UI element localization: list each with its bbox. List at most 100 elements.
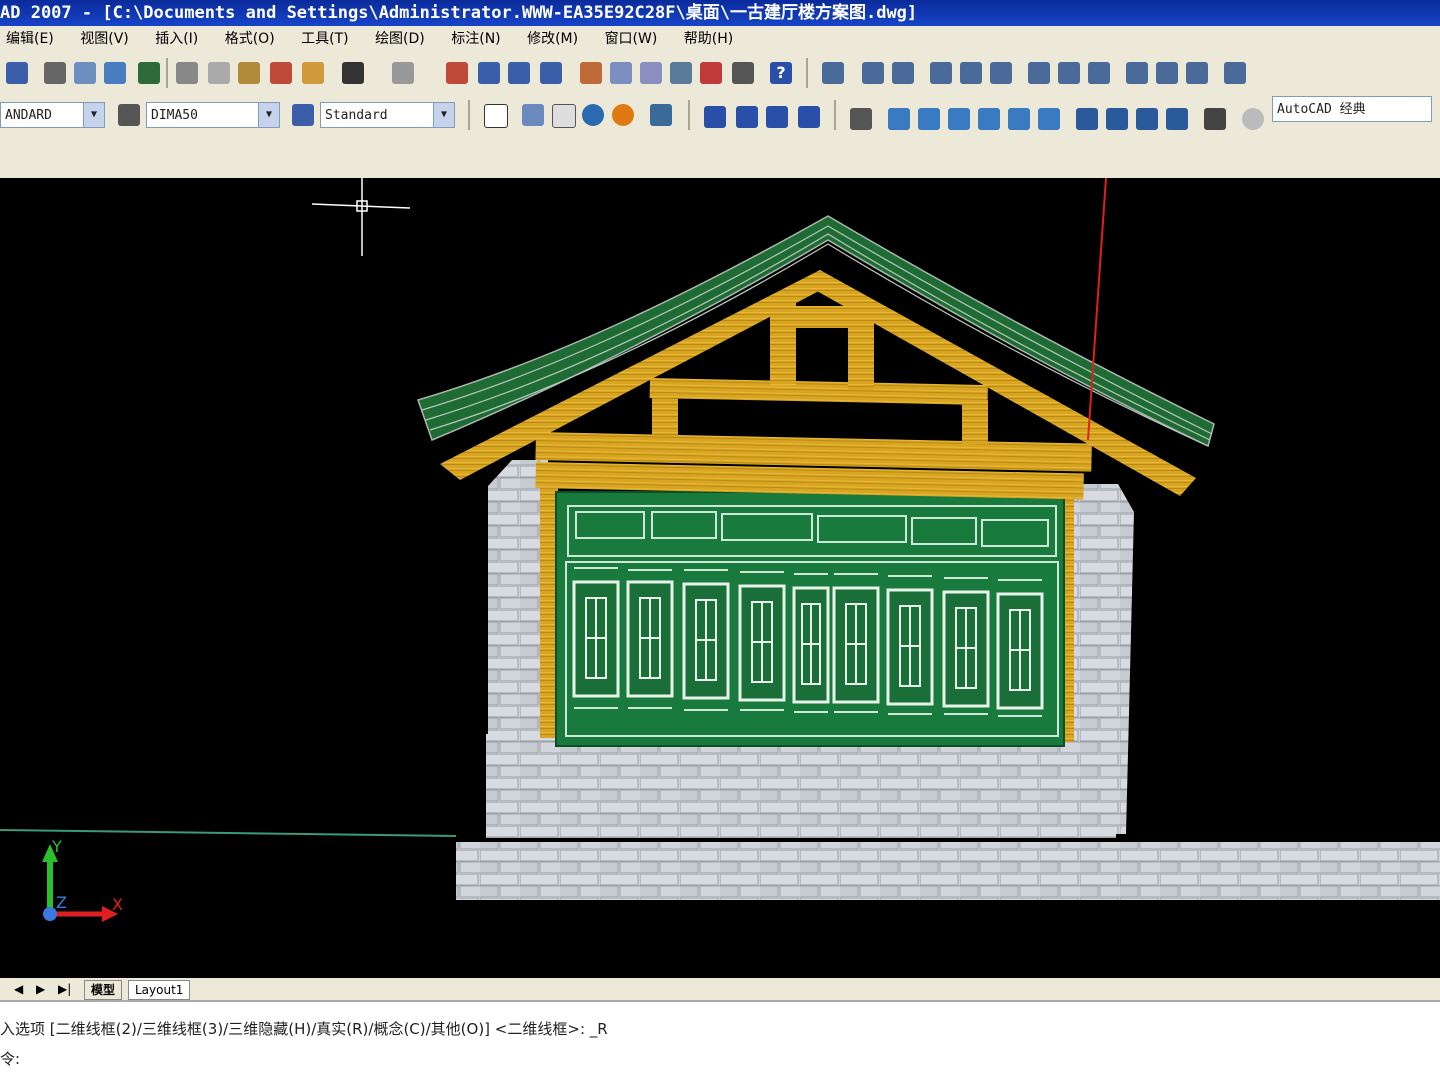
back-view-icon[interactable] [1038, 108, 1060, 130]
menu-bar: 编辑(E) 视图(V) 插入(I) 格式(O) 工具(T) 绘图(D) 标注(N… [0, 26, 1440, 52]
ucs-icon: Y Z X [42, 837, 123, 922]
ucs-world-icon[interactable] [862, 62, 884, 84]
print-icon[interactable] [44, 62, 66, 84]
dim-style-icon[interactable] [118, 104, 140, 126]
camera-icon[interactable] [1204, 108, 1226, 130]
menu-view[interactable]: 视图(V) [80, 31, 129, 47]
ucs-origin-icon[interactable] [1028, 62, 1050, 84]
command-window[interactable]: 入选项 [二维线框(2)/三维线框(3)/三维隐藏(H)/真实(R)/概念(C)… [0, 1000, 1440, 1082]
menu-edit[interactable]: 编辑(E) [6, 31, 54, 47]
menu-insert[interactable]: 插入(I) [155, 31, 198, 47]
tab-first-icon[interactable]: ◀ [14, 978, 23, 1000]
toolbar-separator [166, 58, 168, 88]
text-icon[interactable] [484, 104, 508, 128]
layout-tab-bar: ◀ ▶ ▶| 模型 Layout1 [0, 978, 1440, 1000]
layer-state-icon[interactable] [736, 106, 758, 128]
zoom-realtime-icon[interactable] [478, 62, 500, 84]
ucs-z-icon[interactable] [1186, 62, 1208, 84]
named-views-icon[interactable] [850, 108, 872, 130]
sw-iso-icon[interactable] [1076, 108, 1098, 130]
toolbar-separator [688, 100, 690, 130]
pan-icon[interactable] [446, 62, 468, 84]
sheet-set-icon[interactable] [670, 62, 692, 84]
3d-dwf-icon[interactable] [138, 62, 160, 84]
calculator-icon[interactable] [732, 62, 754, 84]
render-icon[interactable] [612, 104, 634, 126]
back-arrow-icon[interactable] [1242, 108, 1264, 130]
command-prompt[interactable]: 令: [0, 1048, 20, 1069]
layer-previous-icon[interactable] [766, 106, 788, 128]
save-icon[interactable] [6, 62, 28, 84]
menu-tools[interactable]: 工具(T) [301, 31, 348, 47]
publish-icon[interactable] [104, 62, 126, 84]
menu-help[interactable]: 帮助(H) [684, 31, 733, 47]
tab-layout1[interactable]: Layout1 [128, 980, 191, 1000]
layer-current-icon[interactable] [798, 106, 820, 128]
table-style-select[interactable]: Standard ▼ [320, 102, 455, 128]
bottom-view-icon[interactable] [918, 108, 940, 130]
tool-palettes-icon[interactable] [640, 62, 662, 84]
chevron-down-icon[interactable]: ▼ [83, 103, 104, 127]
zoom-previous-icon[interactable] [540, 62, 562, 84]
ucs-apply-icon[interactable] [1224, 62, 1246, 84]
text-style-select[interactable]: ANDARD ▼ [0, 102, 105, 128]
ne-iso-icon[interactable] [1136, 108, 1158, 130]
drawing-area[interactable]: Y Z X [0, 158, 1440, 978]
toolbar-separator [468, 100, 470, 130]
zoom-window-icon[interactable] [508, 62, 530, 84]
front-view-icon[interactable] [1008, 108, 1030, 130]
left-view-icon[interactable] [948, 108, 970, 130]
menu-dimension[interactable]: 标注(N) [451, 31, 500, 47]
chevron-down-icon[interactable]: ▼ [433, 103, 454, 127]
menu-draw[interactable]: 绘图(D) [375, 31, 425, 47]
menu-format[interactable]: 格式(O) [225, 31, 275, 47]
tab-model[interactable]: 模型 [84, 980, 123, 1000]
ucs-icon[interactable] [822, 62, 844, 84]
menu-modify[interactable]: 修改(M) [527, 31, 578, 47]
right-view-icon[interactable] [978, 108, 1000, 130]
workspace-select[interactable]: AutoCAD 经典 [1272, 96, 1432, 122]
dim-style-select[interactable]: DIMA50 ▼ [146, 102, 280, 128]
materials-icon[interactable] [650, 104, 672, 126]
design-center-icon[interactable] [610, 62, 632, 84]
chevron-down-icon[interactable]: ▼ [258, 103, 279, 127]
box-icon[interactable] [522, 104, 544, 126]
ucs-face-icon[interactable] [930, 62, 952, 84]
short-post-left [652, 392, 678, 436]
ucs-y-icon[interactable] [1156, 62, 1178, 84]
short-post-right [962, 400, 988, 444]
layer-icon[interactable] [704, 106, 726, 128]
ucs-x-icon[interactable] [1126, 62, 1148, 84]
text-style-value: ANDARD [5, 108, 52, 123]
nw-iso-icon[interactable] [1166, 108, 1188, 130]
ucs-3point-icon[interactable] [1088, 62, 1110, 84]
ucs-object-icon[interactable] [960, 62, 982, 84]
toolbar-separator [834, 100, 836, 130]
table-style-icon[interactable] [292, 104, 314, 126]
copy-icon[interactable] [208, 62, 230, 84]
paste-icon[interactable] [238, 62, 260, 84]
sphere-icon[interactable] [582, 104, 604, 126]
se-iso-icon[interactable] [1106, 108, 1128, 130]
block-editor-icon[interactable] [302, 62, 324, 84]
top-view-icon[interactable] [888, 108, 910, 130]
middle-beam [649, 378, 988, 406]
match-properties-icon[interactable] [270, 62, 292, 84]
cut-icon[interactable] [176, 62, 198, 84]
redo-icon[interactable] [392, 62, 414, 84]
ucs-zaxis-icon[interactable] [1058, 62, 1080, 84]
ucs-axis-line [1087, 177, 1107, 441]
wireframe-icon[interactable] [552, 104, 576, 128]
preview-icon[interactable] [74, 62, 96, 84]
help-icon[interactable]: ? [770, 62, 792, 84]
undo-icon[interactable] [342, 62, 364, 84]
ucs-previous-icon[interactable] [892, 62, 914, 84]
drawing-canvas[interactable]: Y Z X [0, 158, 1440, 978]
view-toolbar [0, 136, 1440, 179]
markup-icon[interactable] [700, 62, 722, 84]
ucs-view-icon[interactable] [990, 62, 1012, 84]
menu-window[interactable]: 窗口(W) [605, 31, 658, 47]
tab-next-icon[interactable]: ▶ [36, 978, 45, 1000]
tab-last-icon[interactable]: ▶| [58, 978, 71, 1000]
properties-icon[interactable] [580, 62, 602, 84]
